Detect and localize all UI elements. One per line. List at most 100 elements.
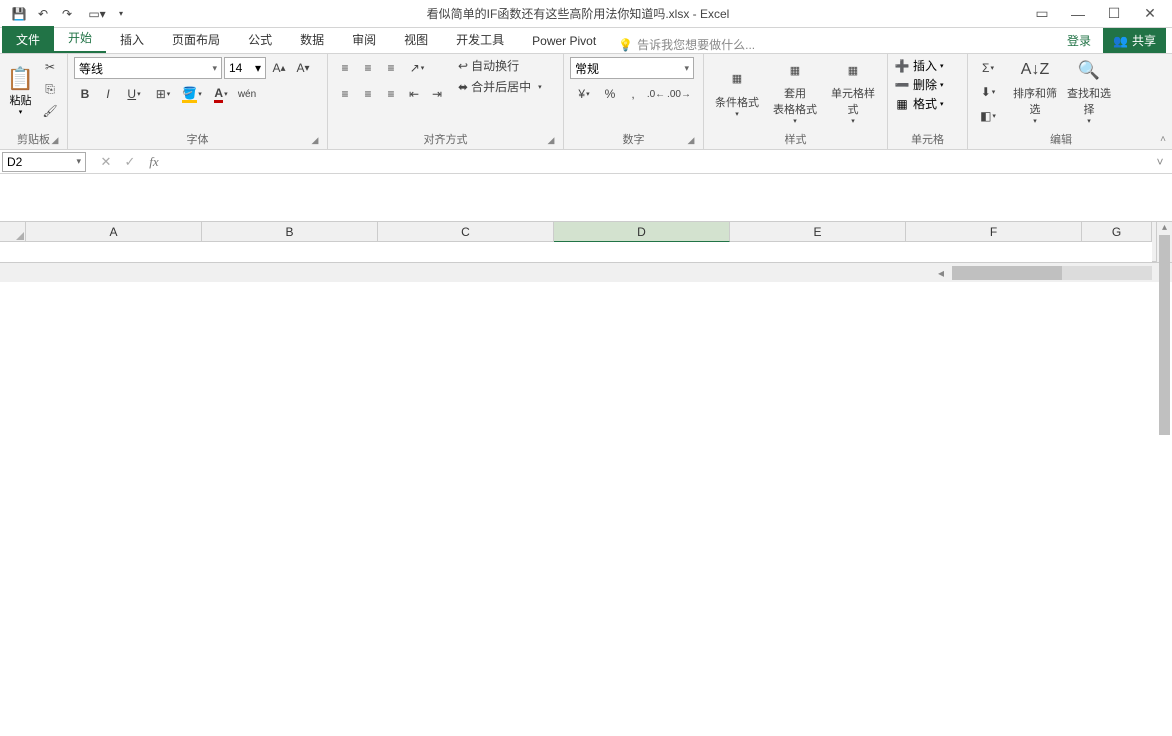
decrease-decimal-button[interactable]: .00→ <box>668 83 690 105</box>
format-cells-button[interactable]: ▦格式 ▾ <box>894 95 944 112</box>
tab-power-pivot[interactable]: Power Pivot <box>518 29 610 53</box>
tab-view[interactable]: 视图 <box>390 26 442 53</box>
font-dialog-launcher[interactable]: ◢ <box>309 135 321 147</box>
share-icon: 👥 <box>1113 34 1128 48</box>
wrap-icon: ↩ <box>458 59 468 73</box>
column-header[interactable]: D <box>554 222 730 242</box>
tab-file[interactable]: 文件 <box>2 26 54 53</box>
alignment-dialog-launcher[interactable]: ◢ <box>545 135 557 147</box>
align-bottom-button[interactable]: ≡ <box>380 57 402 79</box>
tab-review[interactable]: 审阅 <box>338 26 390 53</box>
delete-cells-button[interactable]: ➖删除 ▾ <box>894 76 944 93</box>
font-name-select[interactable]: 等线▾ <box>74 57 222 79</box>
cancel-formula-button[interactable]: ✕ <box>94 152 118 172</box>
fill-color-button[interactable]: 🪣▾ <box>178 83 206 105</box>
align-left-button[interactable]: ≡ <box>334 83 356 105</box>
paste-button[interactable]: 📋 粘贴 ▾ <box>6 57 35 125</box>
decrease-font-button[interactable]: A▾ <box>292 57 314 79</box>
column-header[interactable]: F <box>906 222 1082 242</box>
tab-formulas[interactable]: 公式 <box>234 26 286 53</box>
italic-button[interactable]: I <box>97 83 119 105</box>
qat-redo-icon[interactable]: ↷ <box>56 3 78 25</box>
insert-function-button[interactable]: fx <box>142 152 166 172</box>
scissors-icon: ✂ <box>45 60 55 74</box>
font-size-select[interactable]: 14▾ <box>224 57 266 79</box>
number-dialog-launcher[interactable]: ◢ <box>685 135 697 147</box>
login-link[interactable]: 登录 <box>1067 32 1091 49</box>
percent-format-button[interactable]: % <box>599 83 621 105</box>
border-button[interactable]: ⊞▾ <box>149 83 177 105</box>
minimize-icon[interactable]: — <box>1060 2 1096 26</box>
qat-save-icon[interactable]: 💾 <box>8 3 30 25</box>
fill-button[interactable]: ⬇▾ <box>974 81 1002 103</box>
window-title: 看似简单的IF函数还有这些高阶用法你知道吗.xlsx - Excel <box>132 5 1024 22</box>
cut-button[interactable]: ✂ <box>39 57 61 77</box>
delete-icon: ➖ <box>894 77 910 93</box>
clipboard-dialog-launcher[interactable]: ◢ <box>49 135 61 147</box>
accounting-format-button[interactable]: ¥▾ <box>570 83 598 105</box>
collapse-ribbon-button[interactable]: ˄ <box>1154 54 1172 149</box>
fill-down-icon: ⬇ <box>981 85 991 99</box>
bulb-icon: 💡 <box>618 38 633 52</box>
find-select-button[interactable]: 🔍 查找和选择 ▾ <box>1062 57 1116 125</box>
enter-formula-button[interactable]: ✓ <box>118 152 142 172</box>
align-center-button[interactable]: ≡ <box>357 83 379 105</box>
column-header[interactable]: E <box>730 222 906 242</box>
format-as-table-button[interactable]: ▦ 套用 表格格式 ▾ <box>768 57 822 125</box>
align-top-button[interactable]: ≡ <box>334 57 356 79</box>
sort-icon: A↓Z <box>1021 57 1049 83</box>
qat-more-icon[interactable]: ▾ <box>110 3 132 25</box>
chevron-down-icon: ▾ <box>19 108 23 116</box>
align-middle-button[interactable]: ≡ <box>357 57 379 79</box>
conditional-formatting-button[interactable]: ▦ 条件格式 ▾ <box>710 57 764 125</box>
increase-decimal-button[interactable]: .0← <box>645 83 667 105</box>
increase-indent-button[interactable]: ⇥ <box>426 83 448 105</box>
autosum-button[interactable]: Σ▾ <box>974 57 1002 79</box>
align-right-button[interactable]: ≡ <box>380 83 402 105</box>
share-button[interactable]: 👥 共享 <box>1103 28 1166 53</box>
wrap-text-button[interactable]: ↩自动换行 <box>458 57 542 74</box>
select-all-corner[interactable] <box>0 222 26 242</box>
name-box[interactable]: D2▾ <box>2 152 86 172</box>
column-header[interactable]: A <box>26 222 202 242</box>
decrease-indent-button[interactable]: ⇤ <box>403 83 425 105</box>
underline-button[interactable]: U▾ <box>120 83 148 105</box>
increase-font-button[interactable]: A▴ <box>268 57 290 79</box>
brush-icon: 🖌 <box>42 104 57 118</box>
orientation-button[interactable]: ↗▾ <box>403 57 431 79</box>
comma-format-button[interactable]: , <box>622 83 644 105</box>
phonetic-button[interactable]: wén <box>236 83 258 105</box>
sort-filter-button[interactable]: A↓Z 排序和筛选 ▾ <box>1008 57 1062 125</box>
merge-center-button[interactable]: ⬌合并后居中▾ <box>458 78 542 95</box>
tab-insert[interactable]: 插入 <box>106 26 158 53</box>
column-header[interactable]: G <box>1082 222 1152 242</box>
table-icon: ▦ <box>781 57 809 83</box>
column-header[interactable]: B <box>202 222 378 242</box>
expand-formula-bar-button[interactable]: ˅ <box>1150 155 1170 169</box>
qat-undo-icon[interactable]: ↶ <box>32 3 54 25</box>
number-format-select[interactable]: 常规▾ <box>570 57 694 79</box>
tab-developer[interactable]: 开发工具 <box>442 26 518 53</box>
tell-me-search[interactable]: 💡 告诉我您想要做什么... <box>618 36 755 53</box>
bold-button[interactable]: B <box>74 83 96 105</box>
tab-home[interactable]: 开始 <box>54 24 106 53</box>
vertical-scrollbar[interactable]: ▴ <box>1156 222 1172 262</box>
scroll-left-button[interactable]: ◂ <box>932 266 950 280</box>
close-icon[interactable]: ✕ <box>1132 2 1168 26</box>
column-header[interactable]: C <box>378 222 554 242</box>
format-icon: ▦ <box>894 96 910 112</box>
clear-button[interactable]: ◧▾ <box>974 105 1002 127</box>
horizontal-scrollbar[interactable] <box>952 266 1152 280</box>
formula-bar[interactable] <box>170 152 1150 172</box>
copy-button[interactable]: ⎘ <box>39 79 61 99</box>
tab-page-layout[interactable]: 页面布局 <box>158 26 234 53</box>
cell-styles-button[interactable]: ▦ 单元格样式 ▾ <box>826 57 880 125</box>
ribbon-display-icon[interactable]: ▭ <box>1024 2 1060 26</box>
bucket-icon: 🪣 <box>182 86 197 103</box>
maximize-icon[interactable]: ☐ <box>1096 2 1132 26</box>
tab-data[interactable]: 数据 <box>286 26 338 53</box>
font-color-button[interactable]: A▾ <box>207 83 235 105</box>
qat-customize-icon[interactable]: ▭▾ <box>86 3 108 25</box>
insert-cells-button[interactable]: ➕插入 ▾ <box>894 57 944 74</box>
format-painter-button[interactable]: 🖌 <box>39 101 61 121</box>
